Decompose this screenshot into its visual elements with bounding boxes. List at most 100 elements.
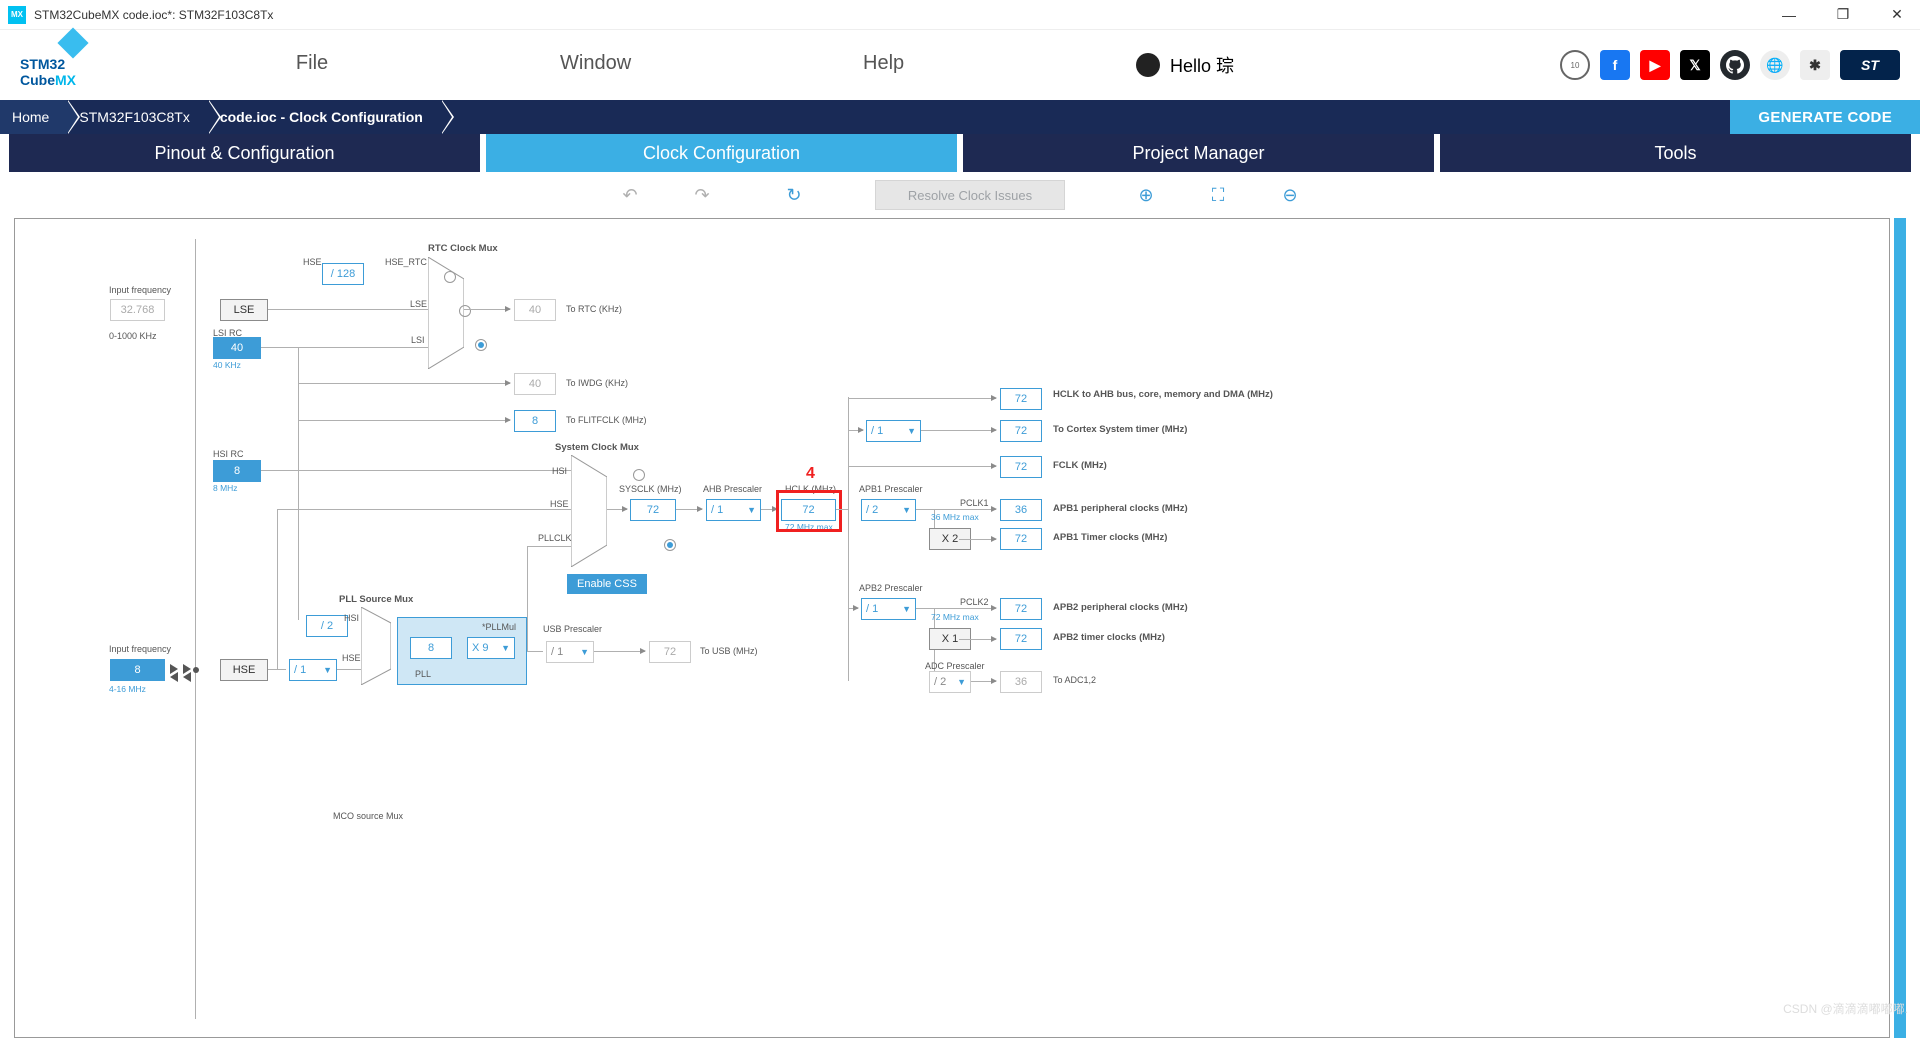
clock-diagram-canvas[interactable]: RTC Clock Mux HSE / 128 HSE_RTC LSE LSI …: [14, 218, 1890, 1038]
rtc-lse-radio[interactable]: [459, 305, 471, 317]
zoom-out-button[interactable]: ⊖: [1279, 184, 1301, 206]
lbl-ahb: AHB Prescaler: [703, 484, 762, 494]
maximize-button[interactable]: ❐: [1828, 4, 1858, 26]
lbl-pll: PLL: [415, 669, 431, 679]
adc-prescaler[interactable]: / 2▼: [929, 671, 971, 693]
lbl-hclk-ahb: HCLK to AHB bus, core, memory and DMA (M…: [1053, 389, 1173, 400]
lbl-apb1: APB1 Prescaler: [859, 484, 923, 494]
user-info[interactable]: Hello 琮: [1136, 52, 1234, 78]
st-logo-icon[interactable]: ST: [1840, 50, 1900, 80]
usb-prescaler[interactable]: / 1▼: [546, 641, 594, 663]
facebook-icon[interactable]: f: [1600, 50, 1630, 80]
lbl-cortex: To Cortex System timer (MHz): [1053, 424, 1187, 435]
lbl-apb1t: APB1 Timer clocks (MHz): [1053, 532, 1167, 543]
menu-file[interactable]: File: [296, 52, 328, 78]
lbl-apb2p: APB2 peripheral clocks (MHz): [1053, 602, 1188, 613]
hsi-value: 8: [213, 460, 261, 482]
sysclk-pllclk-radio[interactable]: [664, 539, 676, 551]
tab-clock[interactable]: Clock Configuration: [486, 134, 957, 172]
lbl-pclk1-max: 36 MHz max: [931, 512, 979, 522]
lbl-range-mhz: 4-16 MHz: [109, 684, 146, 694]
cortex-value: 72: [1000, 420, 1042, 442]
lbl-inputfreq-hse: Input frequency: [109, 644, 171, 654]
sysclk-mux-label: System Clock Mux: [555, 442, 639, 453]
iwdg-value: 40: [514, 373, 556, 395]
tab-project[interactable]: Project Manager: [963, 134, 1434, 172]
lbl-mco: MCO source Mux: [333, 811, 403, 821]
lbl-to-usb: To USB (MHz): [700, 646, 758, 656]
breadcrumb-page[interactable]: code.ioc - Clock Configuration: [208, 100, 441, 134]
lbl-range-khz: 0-1000 KHz: [109, 331, 157, 341]
lbl-hsi-rc: HSI RC: [213, 449, 244, 459]
fclk-value: 72: [1000, 456, 1042, 478]
breadcrumb-chip[interactable]: STM32F103C8Tx: [67, 100, 207, 134]
lse-box[interactable]: LSE: [220, 299, 268, 321]
pll-mul-select[interactable]: X 9▼: [467, 637, 515, 659]
sysclk-hsi-radio[interactable]: [633, 469, 645, 481]
pll-hsi-div: / 2: [306, 615, 348, 637]
lbl-40khz: 40 KHz: [213, 360, 241, 370]
logo: STM32 CubeMX: [20, 42, 120, 88]
zoom-in-button[interactable]: ⊕: [1135, 184, 1157, 206]
rtc-hse-divider[interactable]: / 128: [322, 263, 364, 285]
main-tabs: Pinout & Configuration Clock Configurati…: [0, 134, 1920, 172]
lbl-hse-rtc: HSE_RTC: [385, 257, 427, 267]
close-button[interactable]: ✕: [1882, 4, 1912, 26]
hse-prescaler[interactable]: / 1▼: [289, 659, 337, 681]
lbl-pllclk: PLLCLK: [538, 533, 572, 543]
lbl-hse2: HSE: [550, 499, 569, 509]
lbl-adc: ADC Prescaler: [925, 661, 985, 671]
social-links: 10 f ▶ 𝕏 🌐 ✱ ST: [1560, 50, 1900, 80]
lbl-apb2t: APB2 timer clocks (MHz): [1053, 632, 1165, 643]
tab-tools[interactable]: Tools: [1440, 134, 1911, 172]
lbl-inputfreq-lse: Input frequency: [109, 285, 171, 295]
fit-button[interactable]: ⛶: [1207, 184, 1229, 206]
apb1t-value: 72: [1000, 528, 1042, 550]
award-icon[interactable]: 10: [1560, 50, 1590, 80]
vertical-scrollbar[interactable]: [1894, 218, 1906, 1038]
lbl-8mhz: 8 MHz: [213, 483, 238, 493]
undo-button[interactable]: ↶: [619, 184, 641, 206]
wiki-icon[interactable]: 🌐: [1760, 50, 1790, 80]
lbl-hsi3: HSI: [344, 613, 359, 623]
x-icon[interactable]: 𝕏: [1680, 50, 1710, 80]
watermark: CSDN @滴滴滴嘟嘟嘟.: [1783, 1000, 1908, 1017]
lse-input-value: 32.768: [110, 299, 165, 321]
hse-input-value[interactable]: 8: [110, 659, 165, 681]
minimize-button[interactable]: —: [1774, 4, 1804, 26]
network-icon[interactable]: ✱: [1800, 50, 1830, 80]
youtube-icon[interactable]: ▶: [1640, 50, 1670, 80]
rtc-lsi-radio[interactable]: [475, 339, 487, 351]
generate-code-button[interactable]: GENERATE CODE: [1730, 100, 1920, 134]
lbl-to-adc: To ADC1,2: [1053, 675, 1096, 685]
lbl-apb2: APB2 Prescaler: [859, 583, 923, 593]
title-bar: MX STM32CubeMX code.ioc*: STM32F103C8Tx …: [0, 0, 1920, 30]
lbl-hsi2: HSI: [552, 466, 567, 476]
lbl-hse3: HSE: [342, 653, 361, 663]
menu-help[interactable]: Help: [863, 52, 904, 78]
user-icon: [1136, 53, 1160, 77]
enable-css-button[interactable]: Enable CSS: [567, 574, 647, 594]
redo-button[interactable]: ↷: [691, 184, 713, 206]
apb2-prescaler[interactable]: / 1▼: [861, 598, 916, 620]
ahb-prescaler[interactable]: / 1▼: [706, 499, 761, 521]
refresh-button[interactable]: ↻: [783, 184, 805, 206]
menu-window[interactable]: Window: [560, 52, 631, 78]
pll-mux-label: PLL Source Mux: [339, 594, 413, 605]
lbl-pclk2-max: 72 MHz max: [931, 612, 979, 622]
hclk-ahb-value: 72: [1000, 388, 1042, 410]
adc-out-value: 36: [1000, 671, 1042, 693]
lbl-lse: LSE: [410, 299, 427, 309]
github-icon[interactable]: [1720, 50, 1750, 80]
tab-pinout[interactable]: Pinout & Configuration: [9, 134, 480, 172]
rtc-hse-radio[interactable]: [444, 271, 456, 283]
lbl-to-flitfclk: To FLITFCLK (MHz): [566, 415, 647, 425]
sysclk-value[interactable]: 72: [630, 499, 676, 521]
apb1-prescaler[interactable]: / 2▼: [861, 499, 916, 521]
hse-box[interactable]: HSE: [220, 659, 268, 681]
breadcrumb-home[interactable]: Home: [0, 100, 67, 134]
resolve-clock-button: Resolve Clock Issues: [875, 180, 1065, 210]
annotation-4: 4: [806, 465, 815, 483]
lbl-sysclk: SYSCLK (MHz): [619, 484, 682, 494]
cortex-prescaler[interactable]: / 1▼: [866, 420, 921, 442]
